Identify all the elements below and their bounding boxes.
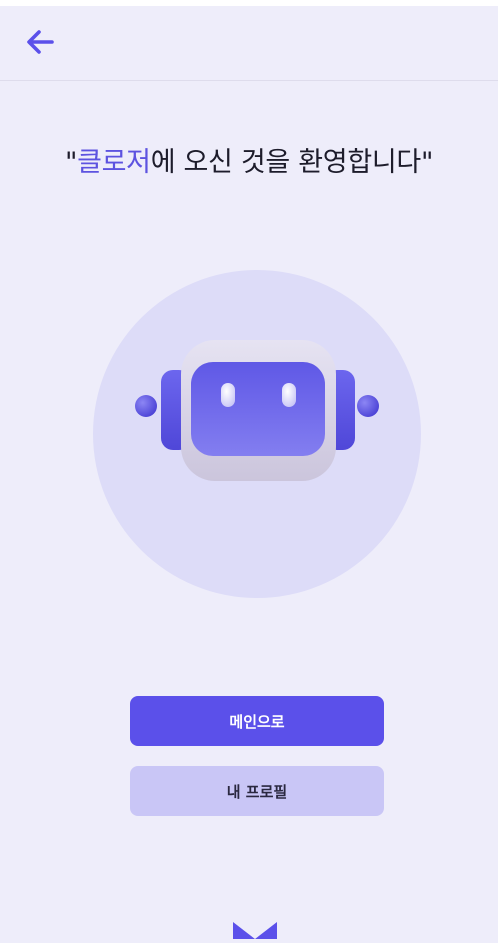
envelope-icon	[233, 922, 277, 939]
arrow-left-icon	[27, 30, 54, 54]
brand-name: 클로저	[77, 147, 151, 178]
robot-icon	[93, 270, 421, 598]
quote-close: "	[420, 147, 434, 178]
welcome-message: 에 오신 것을 환영합니다	[150, 147, 422, 178]
welcome-title: "클로저에 오신 것을 환영합니다"	[0, 140, 498, 179]
main-button[interactable]: 메인으로	[130, 696, 384, 746]
top-bar	[0, 6, 498, 81]
bottom-nav-icon[interactable]	[233, 922, 277, 939]
robot-illustration	[93, 270, 421, 598]
my-profile-button[interactable]: 내 프로필	[130, 766, 384, 816]
quote-open: "	[64, 147, 78, 178]
back-button[interactable]	[18, 20, 62, 64]
